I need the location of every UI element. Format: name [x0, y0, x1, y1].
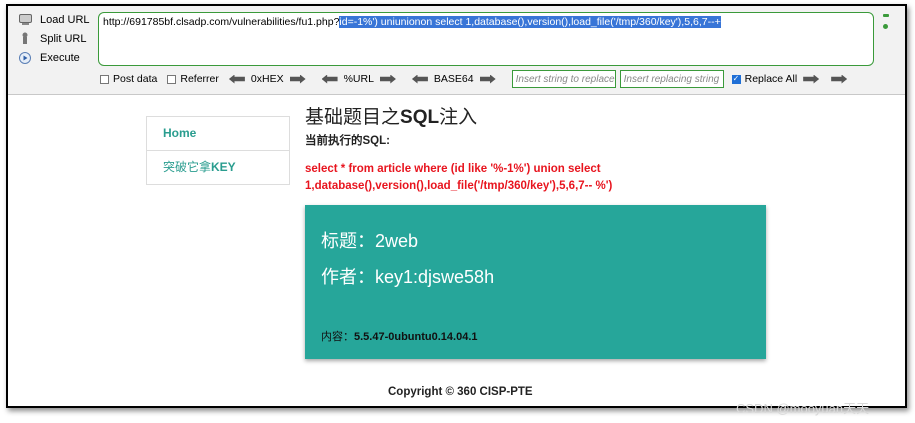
sql-line-1: select * from article where (id like '%-…: [305, 163, 601, 175]
title-suffix: 注入: [439, 107, 478, 128]
sidebar-item-get-key-bold: KEY: [211, 160, 236, 174]
hackbar-tools-row: Post data Referrer 0xHEX %URL BASE64 Ins…: [100, 68, 863, 90]
sidebar-item-home[interactable]: Home: [147, 117, 289, 151]
load-url-icon: [18, 13, 32, 27]
hex-label: 0xHEX: [250, 73, 284, 85]
url-encode-label: %URL: [343, 73, 374, 85]
arrow-right-icon[interactable]: [379, 74, 396, 84]
post-data-label: Post data: [113, 73, 158, 85]
article-card: 标题：2web 作者：key1:djswe58h 内容：5.5.47-0ubun…: [305, 205, 766, 359]
arrow-left-icon[interactable]: [228, 74, 245, 84]
url-selected-text: id=-1%') uniunionon select 1,database(),…: [339, 16, 721, 28]
execute-icon: [18, 51, 32, 65]
watermark-text: CSDN @mooyuan天天: [736, 401, 870, 416]
post-data-toggle[interactable]: Post data: [100, 73, 157, 85]
screenshot-frame: Load URL Split URL Execute http://691785…: [0, 0, 915, 423]
execute-button[interactable]: Execute: [12, 48, 102, 67]
arrow-left-icon[interactable]: [321, 74, 338, 84]
hackbar-actions: Load URL Split URL Execute: [12, 10, 102, 67]
status-dot-icon[interactable]: [883, 24, 888, 29]
replace-all-label: Replace All: [744, 73, 798, 85]
arrow-right-icon[interactable]: [289, 74, 306, 84]
replace-all-checkbox[interactable]: [731, 74, 741, 84]
execute-label: Execute: [40, 51, 80, 64]
hex-tool[interactable]: 0xHEX: [228, 73, 312, 85]
title-bold: SQL: [400, 107, 440, 128]
sidebar-item-get-key[interactable]: 突破它拿KEY: [147, 151, 289, 184]
insert-string-input[interactable]: Insert string to replace: [511, 70, 616, 88]
load-url-button[interactable]: Load URL: [12, 10, 102, 29]
browser-window: Load URL Split URL Execute http://691785…: [6, 4, 907, 408]
article-title: 标题：2web: [321, 227, 418, 253]
load-url-label: Load URL: [40, 13, 90, 26]
sidebar-item-get-key-prefix: 突破它拿: [163, 160, 212, 174]
hackbar-side-controls: [880, 14, 890, 36]
replacing-string-input[interactable]: Insert replacing string: [619, 70, 724, 88]
sql-line-2: 1,database(),version(),load_file('/tmp/3…: [305, 180, 613, 192]
sidebar-nav: Home 突破它拿KEY: [146, 116, 290, 185]
url-plain-text: http://691785bf.clsadp.com/vulnerabiliti…: [103, 16, 340, 28]
url-textarea[interactable]: http://691785bf.clsadp.com/vulnerabiliti…: [98, 12, 874, 66]
collapse-icon[interactable]: [883, 14, 889, 17]
article-content-label: 内容：: [321, 331, 354, 343]
title-prefix: 基础题目之: [305, 107, 401, 128]
arrow-left-icon[interactable]: [411, 74, 428, 84]
arrow-right-icon[interactable]: [803, 74, 820, 84]
article-author-label: 作者：: [321, 267, 375, 287]
split-url-button[interactable]: Split URL: [12, 29, 102, 48]
page-title: 基础题目之SQL注入: [305, 102, 477, 129]
hackbar-toolbar: Load URL Split URL Execute http://691785…: [8, 6, 905, 95]
article-title-label: 标题：: [321, 231, 375, 251]
article-content-value: 5.5.47-0ubuntu0.14.04.1: [354, 331, 478, 343]
split-url-icon: [18, 32, 32, 46]
sql-label: 当前执行的SQL:: [305, 135, 390, 147]
arrow-right-icon[interactable]: [831, 74, 848, 84]
arrow-right-icon[interactable]: [479, 74, 496, 84]
referrer-toggle[interactable]: Referrer: [167, 73, 219, 85]
split-url-label: Split URL: [40, 32, 87, 45]
article-content: 内容：5.5.47-0ubuntu0.14.04.1: [321, 328, 478, 344]
referrer-checkbox[interactable]: [167, 74, 177, 84]
post-data-checkbox[interactable]: [100, 74, 109, 84]
url-encode-tool[interactable]: %URL: [321, 73, 402, 85]
article-title-value: 2web: [375, 231, 419, 251]
article-author: 作者：key1:djswe58h: [321, 263, 494, 289]
page-footer: Copyright © 360 CISP-PTE: [388, 386, 533, 398]
base64-label: BASE64: [433, 73, 474, 85]
sql-query-text: select * from article where (id like '%-…: [305, 161, 625, 195]
base64-tool[interactable]: BASE64: [411, 73, 502, 85]
article-author-value: key1:djswe58h: [375, 267, 495, 287]
referrer-label: Referrer: [180, 73, 219, 85]
replace-all-toggle[interactable]: Replace All: [731, 73, 854, 85]
